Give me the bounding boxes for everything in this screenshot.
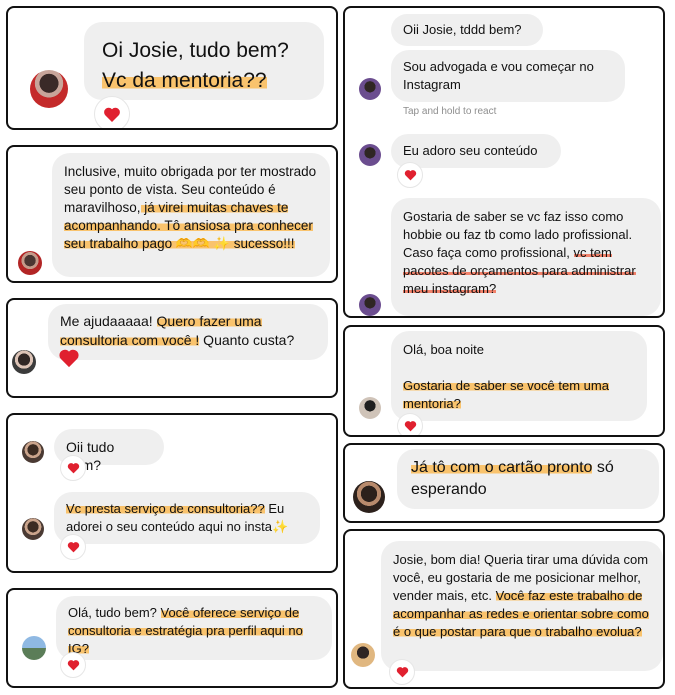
message-bubble[interactable]: Olá, tudo bem? Você oferece serviço de c… [56, 596, 332, 660]
message-bubble[interactable]: Inclusive, muito obrigada por ter mostra… [52, 153, 330, 277]
avatar[interactable] [359, 397, 381, 419]
message-bubble[interactable]: Já tô com o cartão pronto só esperando [397, 449, 659, 509]
message-bubble[interactable]: Me ajudaaaaa! Quero fazer uma consultori… [48, 304, 328, 360]
avatar[interactable] [12, 350, 36, 374]
dm-panel-9: Josie, bom dia! Queria tirar uma dúvida … [343, 529, 665, 689]
avatar[interactable] [22, 441, 44, 463]
dm-panel-1: Oi Josie, tudo bem? Vc da mentoria?? [6, 6, 338, 130]
avatar[interactable] [351, 643, 375, 667]
message-text: Oi Josie, tudo bem? [102, 39, 289, 62]
message-text: Olá, tudo bem? [68, 605, 161, 620]
reaction-heart[interactable] [60, 534, 86, 560]
dm-panel-7: Olá, boa noite Gostaria de saber se você… [343, 325, 665, 437]
highlighted-text: Vc da mentoria?? [102, 69, 267, 92]
heart-icon [67, 660, 79, 671]
heart-icon [404, 170, 416, 181]
message-bubble[interactable]: Oi Josie, tudo bem? Vc da mentoria?? [84, 22, 324, 100]
message-text: Oii Josie, tddd bem? [403, 22, 522, 37]
message-bubble[interactable]: Oii Josie, tddd bem? [391, 14, 543, 46]
avatar[interactable] [30, 70, 68, 108]
heart-icon [396, 667, 408, 678]
avatar[interactable] [22, 636, 46, 660]
message-text: Sou advogada e vou começar no Instagram [403, 59, 594, 92]
message-bubble[interactable]: Gostaria de saber se vc faz isso como ho… [391, 198, 661, 316]
message-text: Quanto custa? [199, 332, 295, 348]
react-hint: Tap and hold to react [403, 106, 497, 117]
reaction-heart[interactable] [94, 96, 130, 128]
message-bubble[interactable]: Vc presta serviço de consultoria?? Eu ad… [54, 492, 320, 544]
heart-icon [104, 107, 120, 122]
dm-panel-6: Oii Josie, tddd bem? Sou advogada e vou … [343, 6, 665, 318]
avatar[interactable] [18, 251, 42, 275]
message-bubble[interactable]: Josie, bom dia! Queria tirar uma dúvida … [381, 541, 663, 671]
reaction-heart[interactable] [60, 652, 86, 678]
dm-panel-4: Oii tudo bem? Vc presta serviço de consu… [6, 413, 338, 573]
heart-icon [67, 463, 79, 474]
message-text: Olá, boa noite [403, 342, 484, 357]
heart-icon [67, 542, 79, 553]
reaction-heart[interactable] [58, 348, 80, 373]
heart-icon [404, 421, 416, 432]
avatar[interactable] [22, 518, 44, 540]
reaction-heart[interactable] [60, 455, 86, 481]
message-bubble[interactable]: Sou advogada e vou começar no Instagram [391, 50, 625, 102]
avatar[interactable] [359, 78, 381, 100]
message-text: Me ajudaaaaa! [60, 313, 157, 329]
highlighted-text: Vc presta serviço de consultoria?? [66, 501, 265, 516]
avatar[interactable] [359, 294, 381, 316]
message-text: Eu adoro seu conteúdo [403, 143, 538, 158]
dm-panel-8: Já tô com o cartão pronto só esperando [343, 443, 665, 523]
avatar[interactable] [353, 481, 385, 513]
avatar[interactable] [359, 144, 381, 166]
reaction-heart[interactable] [389, 659, 415, 685]
highlighted-text: Gostaria de saber se você tem uma mentor… [403, 378, 609, 411]
heart-icon [59, 349, 79, 368]
highlighted-text: Já tô com o cartão pronto [411, 459, 593, 476]
reaction-heart[interactable] [397, 413, 423, 435]
dm-panel-3: Me ajudaaaaa! Quero fazer uma consultori… [6, 298, 338, 398]
reaction-heart[interactable] [397, 162, 423, 188]
message-bubble[interactable]: Olá, boa noite Gostaria de saber se você… [391, 331, 647, 421]
dm-panel-2: Inclusive, muito obrigada por ter mostra… [6, 145, 338, 283]
dm-panel-5: Olá, tudo bem? Você oferece serviço de c… [6, 588, 338, 688]
